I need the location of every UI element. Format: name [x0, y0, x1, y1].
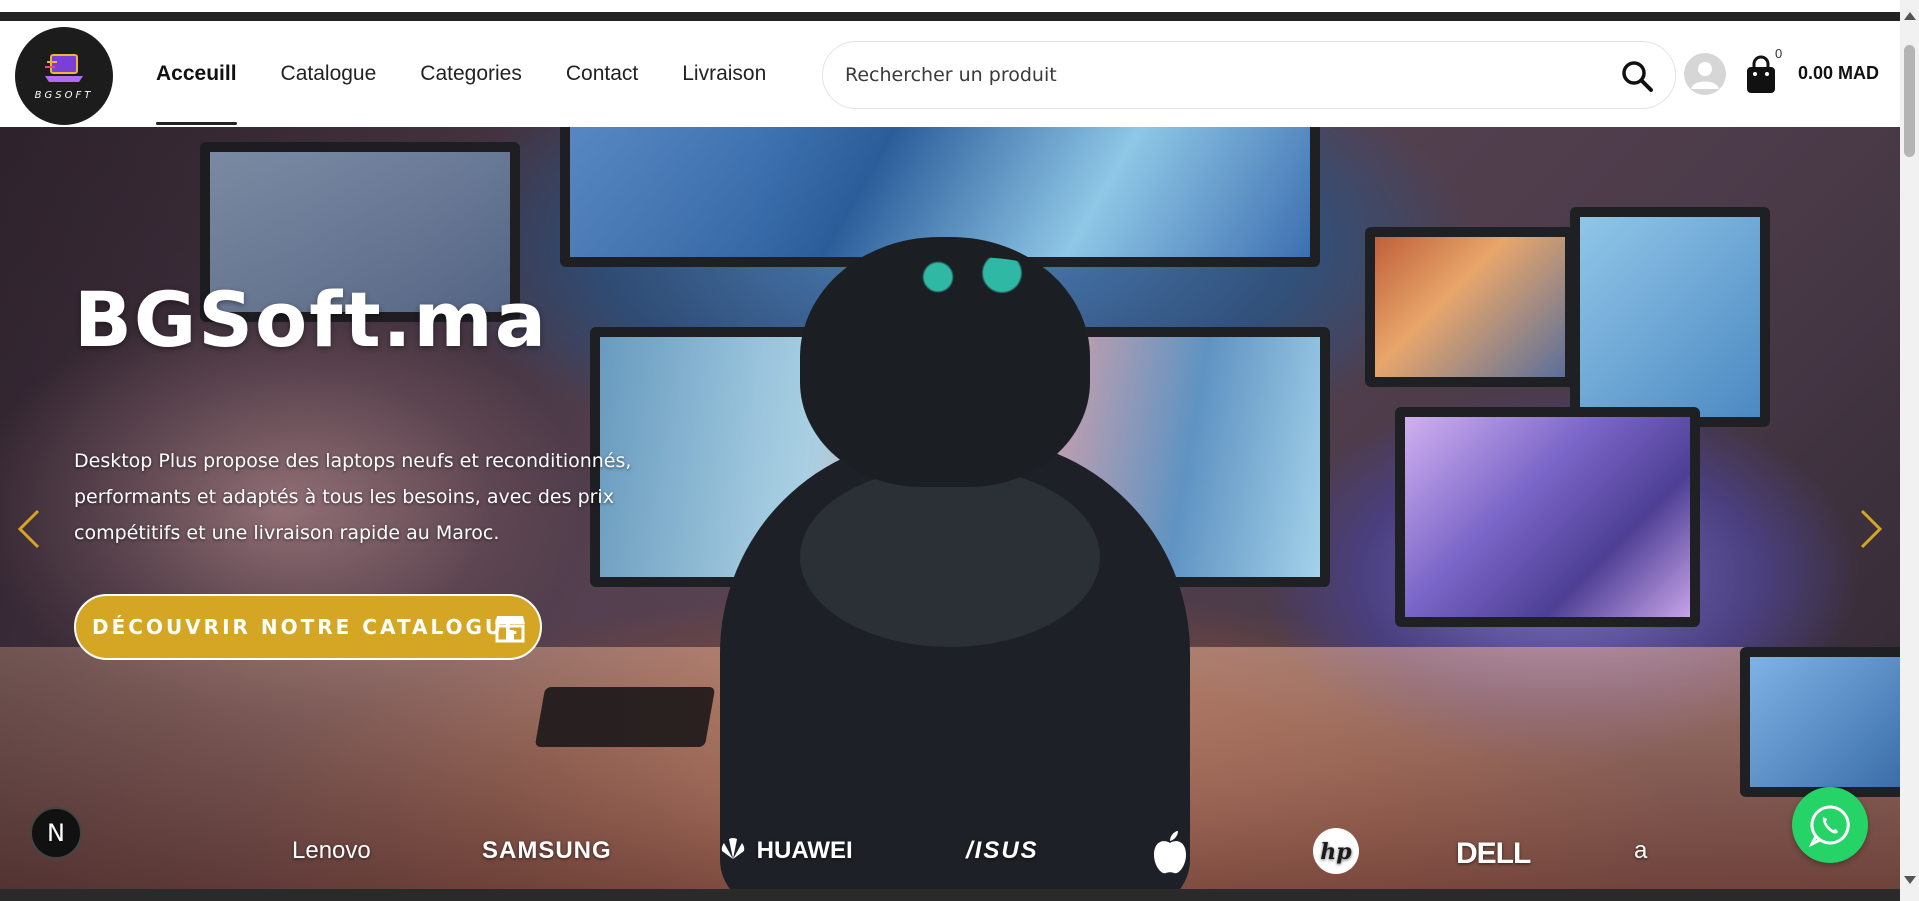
apple-logo-icon[interactable]: [1150, 829, 1190, 875]
hero-title: BGSoft.ma: [74, 275, 548, 364]
chevron-right-icon[interactable]: [1856, 507, 1886, 551]
hero-description: Desktop Plus propose des laptops neufs e…: [74, 450, 632, 544]
scroll-up-arrow-icon[interactable]: [1904, 12, 1916, 20]
user-icon[interactable]: [1684, 53, 1726, 95]
search-bar: [822, 41, 1676, 109]
n-badge-button[interactable]: N: [30, 807, 82, 859]
main-nav: Acceuill Catalogue Categories Contact Li…: [156, 21, 810, 127]
hero-slider: BGSoft.ma Desktop Plus propose des lapto…: [0, 127, 1900, 889]
laptop-logo-icon: [45, 53, 83, 82]
logo-text: BGSOFT: [34, 89, 94, 101]
background-monitor: [1570, 207, 1770, 427]
background-monitor: [1395, 407, 1700, 627]
nav-item-livraison[interactable]: Livraison: [682, 21, 766, 127]
scroll-down-arrow-icon[interactable]: [1904, 876, 1916, 884]
nav-item-categories[interactable]: Categories: [420, 21, 522, 127]
catalogue-cta-button[interactable]: DÉCOUVRIR NOTRE CATALOGUE: [74, 594, 542, 660]
background-hood: [800, 467, 1100, 647]
user-avatar-icon: [1691, 62, 1719, 89]
whatsapp-button[interactable]: [1792, 787, 1868, 863]
hp-logo-icon[interactable]: hp: [1312, 827, 1360, 875]
page: BGSOFT Acceuill Catalogue Categories Con…: [0, 0, 1919, 901]
brand-dell[interactable]: DELL: [1456, 837, 1531, 871]
cart-count: 0: [1775, 46, 1783, 61]
background-monitor: [1740, 647, 1900, 797]
brand-strip: Lenovo SAMSUNG HUAWEI /ISUS hp DELL a ap…: [0, 827, 1900, 887]
nav-item-contact[interactable]: Contact: [566, 21, 638, 127]
brand-huawei-label: HUAWEI: [756, 837, 853, 864]
nav-item-acceuill[interactable]: Acceuill: [156, 21, 237, 127]
brand-asus[interactable]: /ISUS: [966, 837, 1039, 865]
background-monitor: [1365, 227, 1575, 387]
nav-item-catalogue[interactable]: Catalogue: [281, 21, 377, 127]
svg-text:hp: hp: [1320, 839, 1352, 865]
brand-samsung[interactable]: SAMSUNG: [482, 837, 612, 865]
top-divider: [0, 12, 1900, 21]
bottom-divider: [0, 889, 1900, 901]
shopping-bag-icon[interactable]: [1744, 55, 1778, 95]
page-scrollbar[interactable]: [1900, 0, 1919, 901]
brand-lenovo[interactable]: Lenovo: [292, 837, 371, 865]
logo[interactable]: BGSOFT: [15, 27, 113, 125]
whatsapp-icon: [1808, 805, 1850, 847]
site-header: BGSOFT Acceuill Catalogue Categories Con…: [0, 21, 1900, 127]
brand-huawei[interactable]: HUAWEI: [716, 837, 853, 865]
background-hair-accent: [890, 257, 1050, 297]
huawei-logo-icon: [721, 838, 745, 859]
search-input[interactable]: [845, 42, 1585, 108]
brand-partial[interactable]: a: [1634, 837, 1647, 865]
cta-label: DÉCOUVRIR NOTRE CATALOGUE: [92, 615, 521, 639]
chevron-left-icon[interactable]: [14, 507, 44, 551]
cart-total[interactable]: 0.00 MAD: [1798, 63, 1879, 84]
search-icon[interactable]: [1619, 58, 1655, 94]
scroll-thumb[interactable]: [1904, 45, 1915, 157]
store-icon: [495, 616, 525, 643]
